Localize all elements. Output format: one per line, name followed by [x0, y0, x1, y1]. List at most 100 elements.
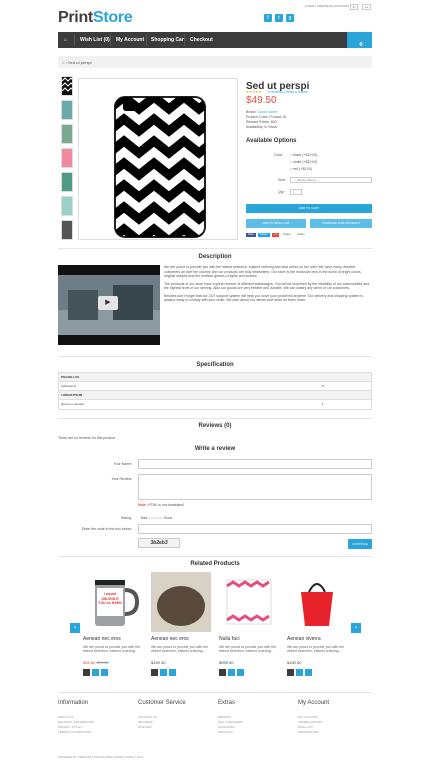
thumbnail[interactable]: [61, 220, 73, 240]
play-icon[interactable]: ▶: [98, 296, 118, 310]
color-option-red[interactable]: ○ red (+$3.00): [290, 167, 312, 172]
home-icon[interactable]: ⌂: [62, 60, 64, 65]
compare-button[interactable]: COMPARE THIS PRODUCT: [310, 219, 372, 228]
plus-one-button[interactable]: +1: [271, 232, 279, 237]
options-title: Available Options: [246, 138, 297, 144]
breadcrumb: ⌂ › Sed ut perspi: [58, 56, 372, 68]
qty-input[interactable]: 1: [290, 189, 302, 195]
fb-like-button[interactable]: Like: [246, 232, 256, 237]
facebook-icon[interactable]: f: [264, 14, 272, 22]
powered-by: POWERED BY OPENCART PRINTSTORE ONLINE ST…: [58, 755, 144, 759]
name-input[interactable]: [138, 459, 372, 469]
product-image[interactable]: [151, 572, 211, 632]
related-product-card[interactable]: Aenean nec eros We are proud to provide …: [151, 572, 211, 712]
thumbnail[interactable]: [61, 100, 73, 120]
related-product-card[interactable]: I would SNUGGLE YOU so HARD Aenean nec e…: [83, 572, 143, 712]
heart-icon[interactable]: [296, 668, 303, 676]
main-nav: ⌂ Wish List (0) My Account Shopping Cart…: [58, 32, 372, 48]
cart-button[interactable]: 🛒 0: [347, 32, 372, 48]
thumbnail[interactable]: [61, 172, 73, 192]
heart-icon[interactable]: [228, 668, 235, 676]
product-name[interactable]: Aenean nec eros: [151, 636, 211, 643]
nav-checkout[interactable]: Checkout: [190, 37, 213, 44]
product-price: $49.50: [246, 95, 277, 106]
html-note: Note: HTML is not translated!: [138, 503, 184, 507]
cart-icon[interactable]: [151, 668, 158, 676]
qty-label: Qty:: [278, 190, 285, 194]
cart-icon[interactable]: [219, 668, 226, 676]
related-product-card[interactable]: Aenean viverra We are proud to provide y…: [287, 572, 347, 712]
related-product-card[interactable]: Nulla faci We are proud to provide you w…: [219, 572, 279, 712]
language-select[interactable]: en: [362, 4, 372, 10]
share-more-button[interactable]: Share: [295, 232, 307, 237]
footer-link[interactable]: SITE MAP: [138, 725, 152, 730]
continue-button[interactable]: CONTINUE: [348, 539, 372, 549]
thumbnail[interactable]: [61, 76, 73, 96]
spec-group-header: LOREM IPSUM: [59, 391, 371, 400]
thumbnail[interactable]: [61, 196, 73, 216]
description-video[interactable]: ▶: [58, 265, 160, 345]
specification-table: PHASELLUS Attributes 58 LOREM IPSUM @Lor…: [58, 372, 372, 410]
footer-title-customer-service: Customer Service: [138, 700, 186, 706]
product-image[interactable]: I would SNUGGLE YOU so HARD: [83, 572, 143, 632]
related-title: Related Products: [190, 561, 240, 567]
color-option-white[interactable]: ○ white (+$20.00): [290, 160, 317, 165]
product-main-image[interactable]: [78, 78, 238, 240]
captcha-label: Enter the code in the box below:: [81, 527, 132, 531]
carousel-next-button[interactable]: ›: [351, 623, 361, 633]
compare-icon[interactable]: [169, 668, 176, 676]
product-image[interactable]: [219, 572, 279, 632]
color-option-black[interactable]: ○ black (+$10.00): [290, 153, 317, 158]
heart-icon[interactable]: [160, 668, 167, 676]
spec-row: Attributes 58: [59, 382, 371, 391]
footer-link[interactable]: NEWSLETTER: [298, 730, 319, 735]
thumbnail[interactable]: [61, 148, 73, 168]
twitter-icon[interactable]: t: [275, 14, 283, 22]
description-text: We are proud to provide you with the wid…: [164, 265, 372, 306]
currency-select[interactable]: $: [350, 4, 358, 10]
description-paragraph: We are proud to provide you with the wid…: [164, 265, 362, 279]
cart-icon[interactable]: [83, 668, 90, 676]
compare-icon[interactable]: [305, 668, 312, 676]
cart-icon[interactable]: [287, 668, 294, 676]
specification-title: Specification: [196, 362, 234, 368]
compare-icon[interactable]: [237, 668, 244, 676]
review-label: Your Review:: [111, 477, 133, 481]
footer-link[interactable]: SPECIALS: [218, 730, 233, 735]
footer-link[interactable]: TERMS & CONDITIONS: [58, 730, 91, 735]
product-image[interactable]: [287, 572, 347, 632]
product-name[interactable]: Nulla faci: [219, 636, 279, 643]
product-name[interactable]: Aenean viverra: [287, 636, 347, 643]
share-button[interactable]: Share: [281, 232, 293, 237]
review-textarea[interactable]: [138, 474, 372, 500]
tweet-button[interactable]: Tweet: [257, 232, 270, 237]
size-select[interactable]: --- Please Select ---: [290, 177, 372, 183]
top-links[interactable]: LOGIN | CREATE AN ACCOUNT: [305, 4, 349, 9]
product-name[interactable]: Aenean nec eros: [83, 636, 143, 643]
nav-my-account[interactable]: My Account: [116, 37, 144, 44]
home-icon[interactable]: ⌂: [64, 37, 67, 44]
spec-row: @Lorem volutpat 1: [61, 402, 324, 406]
no-reviews-text: There are no reviews for this product.: [58, 436, 116, 440]
product-desc: We are proud to provide you with the wid…: [83, 644, 141, 654]
nav-shopping-cart[interactable]: Shopping Cart: [151, 37, 185, 44]
compare-icon[interactable]: [101, 668, 108, 676]
size-label: Size:: [278, 178, 286, 182]
description-paragraph: The products of our store have a great n…: [164, 281, 370, 291]
google-plus-icon[interactable]: g: [286, 14, 294, 22]
nav-wishlist[interactable]: Wish List (0): [80, 37, 110, 44]
write-review-title: Write a review: [194, 446, 236, 452]
thumbnail[interactable]: [61, 124, 73, 144]
chevron-left-icon: ‹: [74, 625, 76, 631]
rating-radios[interactable]: Bad ○ ○ ○ ○ ○ Good: [141, 516, 172, 521]
reviews-title: Reviews (0): [198, 423, 232, 429]
heart-icon[interactable]: [92, 668, 99, 676]
captcha-input[interactable]: [138, 524, 372, 534]
logo[interactable]: PrintStore: [58, 8, 133, 29]
carousel-prev-button[interactable]: ‹: [70, 623, 80, 633]
footer-title-my-account: My Account: [298, 700, 330, 706]
brand-line: Brand: Canon lorem: [246, 110, 278, 114]
product-desc: We are proud to provide you with the wid…: [219, 644, 277, 654]
add-to-wishlist-button[interactable]: ADD TO WISH LIST: [246, 219, 306, 228]
add-to-cart-button[interactable]: ADD TO CART: [246, 204, 372, 213]
